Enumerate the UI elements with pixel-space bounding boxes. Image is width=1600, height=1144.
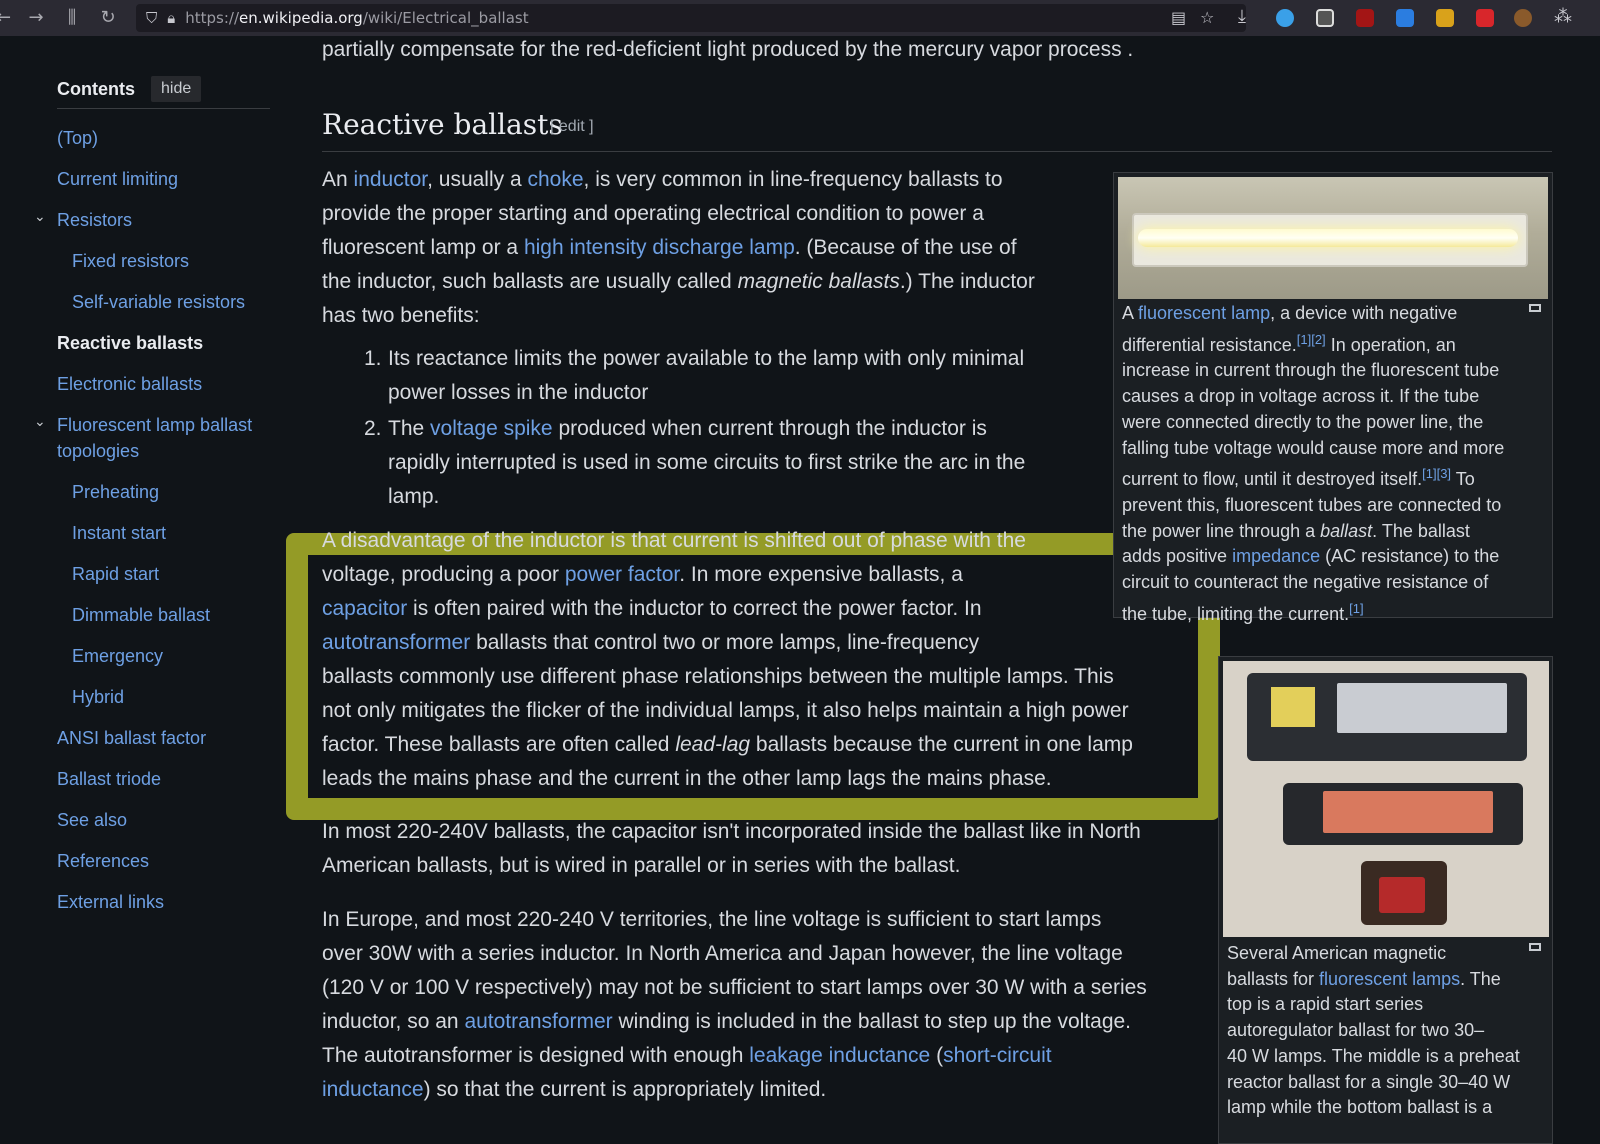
table-of-contents: Contents hide (Top) Current limiting ⌄ R…	[0, 36, 290, 1144]
link-fluorescent-lamps[interactable]: fluorescent lamps	[1319, 969, 1460, 989]
toc-item-fluorescent-topologies[interactable]: Fluorescent lamp ballast	[57, 412, 252, 438]
toc-item-references[interactable]: References	[57, 848, 149, 874]
previous-section-text: partially compensate for the red-deficie…	[322, 38, 1134, 61]
toc-item-current-limiting[interactable]: Current limiting	[57, 166, 178, 192]
link-voltage-spike[interactable]: voltage spike	[430, 417, 553, 440]
toc-item-self-variable-resistors[interactable]: Self-variable resistors	[72, 289, 245, 315]
toc-item-dimmable-ballast[interactable]: Dimmable ballast	[72, 602, 210, 628]
toc-item-fixed-resistors[interactable]: Fixed resistors	[72, 248, 189, 274]
citation-link[interactable]: [1][2]	[1297, 332, 1326, 347]
link-capacitor[interactable]: capacitor	[322, 597, 407, 620]
toc-item-rapid-start[interactable]: Rapid start	[72, 561, 159, 587]
figure-caption: Several American magnetic ballasts for f…	[1227, 943, 1520, 1118]
extensions-puzzle-icon[interactable]: ⁂	[1554, 6, 1572, 27]
url-text[interactable]: https://en.wikipedia.org/wiki/Electrical…	[185, 9, 528, 27]
link-power-factor[interactable]: power factor	[565, 563, 679, 586]
extension-pdf-icon[interactable]	[1476, 9, 1494, 27]
citation-link[interactable]: [1]	[1349, 601, 1363, 616]
toc-item-external-links[interactable]: External links	[57, 889, 164, 915]
list-item: Its reactance limits the power available…	[388, 347, 1025, 404]
toc-item-resistors[interactable]: Resistors	[57, 207, 132, 233]
link-autotransformer[interactable]: autotransformer	[322, 631, 470, 654]
chevron-down-icon[interactable]: ⌄	[34, 209, 46, 225]
link-fluorescent-lamp[interactable]: fluorescent lamp	[1138, 303, 1270, 323]
extension-pin-icon[interactable]	[1276, 9, 1294, 27]
ublock-icon[interactable]	[1356, 9, 1374, 27]
section-heading: Reactive ballasts	[322, 108, 563, 141]
chevron-down-icon[interactable]: ⌄	[34, 414, 46, 430]
extension-glasses-icon[interactable]	[1316, 9, 1334, 27]
toc-item-emergency[interactable]: Emergency	[72, 643, 163, 669]
library-icon[interactable]: ⫼	[54, 0, 90, 36]
link-inductor[interactable]: inductor	[354, 168, 428, 191]
paragraph-intro: An inductor, usually a choke, is very co…	[322, 168, 1035, 327]
bookmark-star-icon[interactable]: ☆	[1200, 8, 1214, 27]
toc-item-top[interactable]: (Top)	[57, 125, 98, 151]
link-autotransformer-2[interactable]: autotransformer	[464, 1010, 612, 1033]
list-item: The voltage spike produced when current …	[388, 417, 1026, 508]
fluorescent-lamp-image[interactable]	[1118, 177, 1548, 299]
link-short-circuit-inductance[interactable]: short-circuit	[943, 1044, 1052, 1067]
toc-item-reactive-ballasts[interactable]: Reactive ballasts	[57, 330, 203, 356]
back-icon[interactable]: ←	[0, 0, 18, 36]
toc-item-see-also[interactable]: See also	[57, 807, 127, 833]
figure-fluorescent-lamp: A fluorescent lamp, a device with negati…	[1113, 172, 1553, 624]
citation-link[interactable]: [1][3]	[1422, 466, 1451, 481]
toc-item-instant-start[interactable]: Instant start	[72, 520, 166, 546]
ballast-coil	[1379, 877, 1425, 913]
magnetic-ballasts-image[interactable]	[1223, 661, 1549, 937]
ballast-middle	[1283, 783, 1523, 845]
toc-item-hybrid[interactable]: Hybrid	[72, 684, 124, 710]
figure-caption: A fluorescent lamp, a device with negati…	[1122, 303, 1505, 624]
address-bar[interactable]: ⛉ 🔒︎ https://en.wikipedia.org/wiki/Elect…	[136, 4, 1246, 32]
paragraph-220v: In most 220-240V ballasts, the capacitor…	[322, 820, 1141, 877]
extension-docs-icon[interactable]	[1396, 9, 1414, 27]
ballast-label	[1271, 687, 1315, 727]
toc-header: Contents hide	[57, 76, 202, 102]
figure-magnetic-ballasts: Several American magnetic ballasts for f…	[1218, 656, 1553, 1144]
ballast-top	[1247, 673, 1527, 761]
reload-icon[interactable]: ↻	[90, 0, 126, 36]
toc-title: Contents	[57, 78, 135, 99]
ballast-label	[1323, 791, 1493, 833]
extension-cookie-icon[interactable]	[1514, 9, 1532, 27]
toc-item-fluorescent-topologies-cont[interactable]: topologies	[57, 438, 139, 464]
toc-hide-button[interactable]: hide	[151, 76, 202, 102]
section-edit-link[interactable]: [ edit ]	[550, 118, 594, 136]
toc-item-electronic-ballasts[interactable]: Electronic ballasts	[57, 371, 202, 397]
extension-pencil-icon[interactable]	[1436, 9, 1454, 27]
toc-item-ballast-triode[interactable]: Ballast triode	[57, 766, 161, 792]
ballast-label	[1337, 683, 1507, 733]
link-leakage-inductance[interactable]: leakage inductance	[749, 1044, 930, 1067]
ballast-bottom	[1361, 861, 1447, 925]
link-short-circuit-inductance-cont[interactable]: inductance	[322, 1078, 424, 1101]
paragraph-europe: In Europe, and most 220-240 V territorie…	[322, 908, 1147, 1101]
forward-icon[interactable]: →	[18, 0, 54, 36]
shield-icon[interactable]: ⛉	[146, 9, 157, 27]
paragraph-disadvantage: A disadvantage of the inductor is that c…	[322, 529, 1133, 790]
toc-item-ansi-ballast-factor[interactable]: ANSI ballast factor	[57, 725, 206, 751]
download-icon[interactable]: ⤓	[1238, 6, 1246, 27]
toc-item-preheating[interactable]: Preheating	[72, 479, 159, 505]
link-hid-lamp[interactable]: high intensity discharge lamp	[524, 236, 795, 259]
link-choke[interactable]: choke	[527, 168, 583, 191]
browser-toolbar: ← → ⫼ ↻ ⛉ 🔒︎ https://en.wikipedia.org/wi…	[0, 0, 1600, 36]
toc-divider	[57, 108, 270, 109]
lamp-tube	[1138, 229, 1518, 247]
reader-view-icon[interactable]: ▤	[1171, 8, 1186, 27]
link-impedance[interactable]: impedance	[1232, 546, 1320, 566]
lock-icon[interactable]: 🔒︎	[167, 9, 175, 27]
heading-divider	[322, 151, 1552, 152]
